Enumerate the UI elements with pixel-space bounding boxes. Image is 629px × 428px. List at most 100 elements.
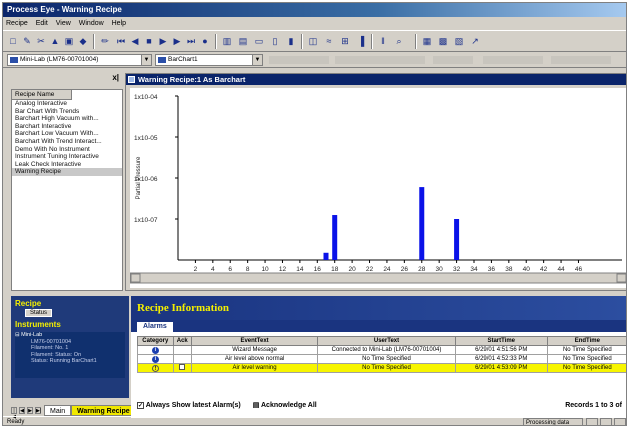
play-icon[interactable]: ▶ (157, 35, 169, 48)
column-header[interactable]: Ack (172, 336, 192, 346)
acknowledge-all-icon[interactable]: ▤ (253, 402, 260, 409)
first-icon[interactable]: ⏮ (115, 35, 127, 48)
y-tick-label: 1x10-07 (134, 217, 158, 224)
chevron-down-icon[interactable]: ▼ (141, 55, 151, 65)
wizard-icon[interactable]: ▲ (49, 35, 61, 48)
pen-icon[interactable]: ✏ (99, 35, 111, 48)
column-header[interactable]: Category (137, 336, 174, 346)
nav-recipe-heading[interactable]: Recipe (15, 299, 41, 308)
tab-main[interactable]: Main (44, 405, 72, 416)
status-text: Ready (7, 419, 25, 425)
menu-help[interactable]: Help (109, 17, 129, 30)
stop-icon[interactable]: ■ (143, 35, 155, 48)
x-tick-label: 36 (488, 266, 496, 273)
cascade-icon[interactable]: ▮ (285, 35, 297, 48)
recipe-list-item[interactable]: Barchart With Trend Interact... (12, 138, 122, 146)
column-header[interactable]: UserText (317, 336, 456, 346)
menu-window[interactable]: Window (76, 17, 107, 30)
alarm-row[interactable]: ! Air level warning No Time Specified 6/29/… (137, 363, 626, 373)
open-icon[interactable]: ▣ (63, 35, 75, 48)
x-tick-label: 14 (296, 266, 304, 273)
next-tab-icon[interactable]: ▶ (27, 407, 33, 414)
menu-edit[interactable]: Edit (33, 17, 51, 30)
x-tick-label: 6 (228, 266, 232, 273)
bar-icon[interactable]: ▐ (355, 35, 367, 48)
ack-cell (172, 354, 192, 364)
recipe-list-item[interactable]: Demo With No Instrument (12, 146, 122, 154)
info-tab-strip: Alarms (131, 320, 626, 332)
chevron-down-icon[interactable]: ▼ (252, 55, 262, 65)
chart-window-icon (128, 76, 135, 83)
column-header[interactable]: StartTime (454, 336, 548, 346)
dock-close-icon[interactable]: x| (11, 73, 123, 86)
magnify-icon[interactable]: ⌕ (393, 35, 405, 48)
warning-icon: ! (151, 364, 159, 372)
export-icon[interactable]: ▧ (453, 35, 465, 48)
record-icon[interactable]: ● (199, 35, 211, 48)
column-header[interactable]: EventText (190, 336, 319, 346)
prev-tab-icon[interactable]: ◀ (19, 407, 25, 414)
edit-icon[interactable]: ✎ (21, 35, 33, 48)
menu-view[interactable]: View (53, 17, 74, 30)
recipe-list-item[interactable]: Bar Chart With Trends (12, 108, 122, 116)
recipe-list-item[interactable]: Analog Interactive (12, 100, 122, 108)
rewind-icon[interactable]: ◀ (129, 35, 141, 48)
x-tick-label: 46 (575, 266, 583, 273)
instrument-select[interactable]: Mini-Lab (LM76-00701004) ▼ (7, 54, 152, 66)
start-time-cell: 6/29/01 4:53:09 PM (454, 363, 548, 373)
report-icon[interactable]: ▦ (421, 35, 433, 48)
new-icon[interactable]: □ (7, 35, 19, 48)
chart-window: Warning Recipe:1 As Barchart 1x10-04 1x10… (125, 73, 626, 291)
x-tick-label: 2 (194, 266, 198, 273)
last-icon[interactable]: ⏭ (185, 35, 197, 48)
menu-recipe[interactable]: Recipe (3, 17, 31, 30)
cut-icon[interactable]: ✂ (35, 35, 47, 48)
column-header[interactable]: EndTime (546, 336, 626, 346)
instrument-tree[interactable]: ⊟ Mini-Lab LM76-00701004 Filament: No. 1… (15, 332, 125, 378)
acknowledge-all-button[interactable]: Acknowledge All (261, 402, 317, 409)
status-processing: Processing data (523, 418, 583, 425)
instrument-select-value: Mini-Lab (LM76-00701004) (20, 56, 99, 63)
show-latest-checkbox[interactable]: ✓ (137, 401, 144, 409)
window-icon[interactable]: ▭ (253, 35, 265, 48)
recipe-list-item[interactable]: Warning Recipe (12, 168, 122, 176)
alarm-row[interactable]: i Wizard Message Connected to Mini-Lab (LM… (137, 345, 626, 355)
first-tab-icon[interactable]: |◀ (11, 407, 17, 420)
selection-toolbar: Mini-Lab (LM76-00701004) ▼ BarChart1 ▼ (3, 52, 626, 68)
scan-icon[interactable]: ◫ (307, 35, 319, 48)
recipe-list-item[interactable]: Leak Check Interactive (12, 161, 122, 169)
tab-alarms[interactable]: Alarms (137, 322, 173, 332)
tile-icon[interactable]: ▯ (269, 35, 281, 48)
main-toolbar: □ ✎ ✂ ▲ ▣ ◆ ✏ ⏮ ◀ ■ ▶ ▶ ⏭ ● ▥ ▤ ▭ ▯ ▮ ◫ … (3, 30, 626, 52)
recipe-list-item[interactable]: Barchart Low Vacuum With... (12, 130, 122, 138)
bar-chart[interactable]: 1x10-04 1x10-05 1x10-06 1x10-07 Partial Pres… (129, 88, 626, 288)
x-tick-label: 28 (418, 266, 426, 273)
x-tick-label: 10 (261, 266, 269, 273)
trend-icon[interactable]: ≈ (323, 35, 335, 48)
last-tab-icon[interactable]: ▶| (35, 407, 41, 414)
print-icon[interactable]: ▩ (437, 35, 449, 48)
x-tick-label: 42 (540, 266, 548, 273)
forward-icon[interactable]: ▶ (171, 35, 183, 48)
chart-select[interactable]: BarChart1 ▼ (155, 54, 263, 66)
recipe-name-header[interactable]: Recipe Name (12, 90, 72, 100)
recipe-list-item[interactable]: Instrument Tuning Interactive (12, 153, 122, 161)
recipe-list-item[interactable]: Barchart High Vacuum with... (12, 115, 122, 123)
event-text-cell: Air level warning (190, 363, 319, 373)
bars-icon[interactable]: ‖ (377, 35, 389, 48)
y-tick-label: 1x10-04 (134, 94, 158, 101)
chart-icon[interactable]: ▥ (221, 35, 233, 48)
settings-icon[interactable]: ◆ (77, 35, 89, 48)
info-icon: i (151, 346, 159, 354)
layout-icon[interactable]: ▤ (237, 35, 249, 48)
nav-status-button[interactable]: Status (25, 309, 53, 317)
ack-checkbox[interactable] (179, 364, 186, 370)
tab-warning-recipe[interactable]: Warning Recipe (71, 405, 136, 416)
zoom-icon[interactable]: ⊞ (339, 35, 351, 48)
recipe-list[interactable]: Recipe Name Analog Interactive Bar Chart … (11, 89, 123, 291)
chart-select-value: BarChart1 (168, 56, 198, 63)
alarm-row[interactable]: i Air level above normal No Time Specified… (137, 354, 626, 364)
send-icon[interactable]: ↗ (469, 35, 481, 48)
recipe-list-item[interactable]: Barchart Interactive (12, 123, 122, 131)
nav-instruments-heading[interactable]: Instruments (15, 320, 61, 329)
